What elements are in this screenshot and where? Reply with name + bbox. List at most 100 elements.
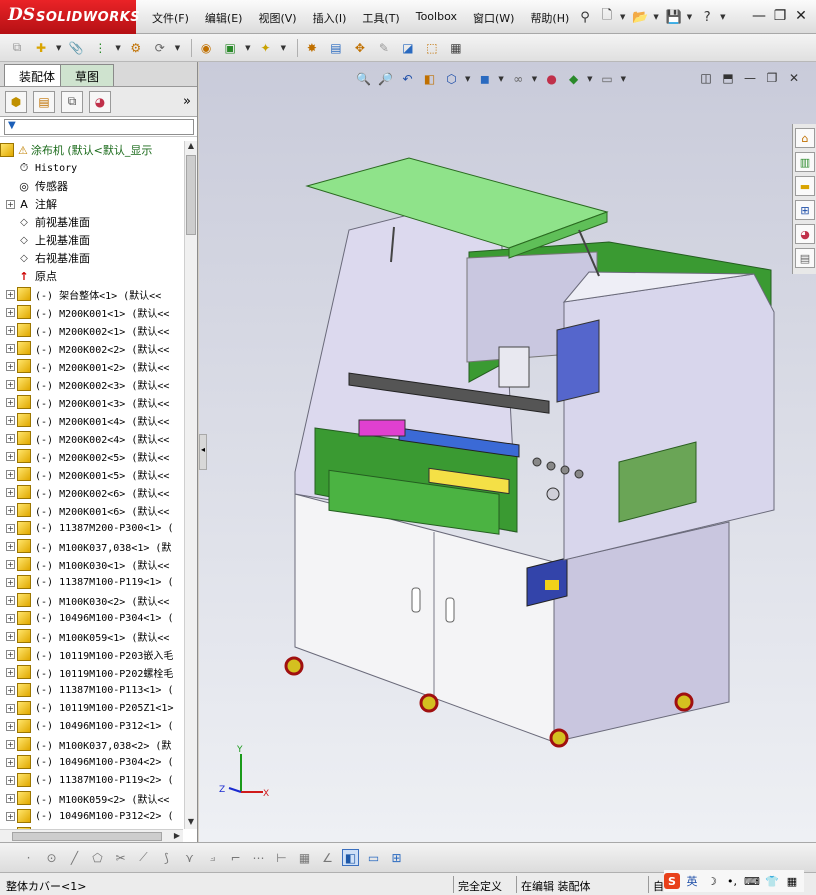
- table-icon[interactable]: ⊞: [388, 849, 405, 866]
- ime-keyboard-icon[interactable]: ⌨: [744, 873, 760, 889]
- zoom-to-fit-icon[interactable]: 🔍: [355, 70, 372, 87]
- tree-item[interactable]: ↑ 原点: [0, 267, 183, 285]
- expand-toggle-icon[interactable]: +: [6, 397, 15, 407]
- angle-icon[interactable]: ∠: [319, 849, 336, 866]
- expand-toggle-icon[interactable]: +: [6, 775, 15, 785]
- expand-toggle-icon[interactable]: +: [6, 361, 15, 371]
- panel-collapse-handle[interactable]: ◂: [199, 434, 207, 470]
- move-component-icon[interactable]: ⟳: [151, 39, 169, 57]
- reference-dropdown-icon[interactable]: ▼: [281, 44, 286, 52]
- menu-file[interactable]: 文件(F): [152, 10, 189, 26]
- tree-horizontal-scrollbar[interactable]: ▶: [0, 829, 183, 842]
- orientation-dropdown-icon[interactable]: ▼: [465, 75, 470, 83]
- expand-toggle-icon[interactable]: +: [6, 577, 15, 587]
- scroll-up-icon[interactable]: ▲: [185, 141, 197, 153]
- expand-toggle-icon[interactable]: +: [6, 343, 15, 353]
- section-view-icon[interactable]: ◧: [421, 70, 438, 87]
- menu-insert[interactable]: 插入(I): [313, 10, 347, 26]
- tree-component-row[interactable]: + (-) 架台整体<1> (默认<<: [0, 285, 183, 303]
- new-part-icon[interactable]: ✚: [32, 39, 50, 57]
- expand-toggle-icon[interactable]: +: [6, 505, 15, 515]
- split-horizontal-icon[interactable]: ◫: [698, 70, 714, 86]
- display-style-dropdown-icon[interactable]: ▼: [498, 75, 503, 83]
- expand-toggle-icon[interactable]: +: [6, 757, 15, 767]
- tree-component-row[interactable]: + (-) M100K037,038<1> (默: [0, 537, 183, 555]
- expand-toggle-icon[interactable]: +: [6, 793, 15, 803]
- expand-toggle-icon[interactable]: +: [6, 451, 15, 461]
- tree-vertical-scrollbar[interactable]: ▲ ▼: [184, 141, 197, 829]
- tree-component-row[interactable]: + (-) 10119M100-P203嵌入毛: [0, 645, 183, 663]
- interference-detection-icon[interactable]: ◪: [399, 39, 417, 57]
- expand-toggle-icon[interactable]: +: [6, 811, 15, 821]
- open-folder-icon[interactable]: 📂: [631, 8, 649, 26]
- centerline-icon[interactable]: ⋯: [250, 849, 267, 866]
- expand-toggle-icon[interactable]: +: [6, 739, 15, 749]
- tree-component-row[interactable]: + (-) M200K002<2> (默认<<: [0, 339, 183, 357]
- help-dropdown-icon[interactable]: ▼: [720, 13, 725, 21]
- viewport-restore-icon[interactable]: ❐: [764, 70, 780, 86]
- tree-component-row[interactable]: + (-) 10496M100-P312<1> (: [0, 717, 183, 735]
- point-icon[interactable]: ·: [20, 849, 37, 866]
- display-manager-icon[interactable]: ◕: [89, 90, 111, 113]
- tree-component-row[interactable]: + (-) M100K030<2> (默认<<: [0, 591, 183, 609]
- feature-tree-icon[interactable]: ⬢: [5, 90, 27, 113]
- menu-toolbox[interactable]: Toolbox: [416, 10, 457, 26]
- expand-toggle-icon[interactable]: +: [6, 325, 15, 335]
- tree-item[interactable]: ◎ 传感器: [0, 177, 183, 195]
- assembly-model-view[interactable]: Y X Z: [199, 62, 816, 842]
- exploded-view-icon[interactable]: ✥: [351, 39, 369, 57]
- tree-root-assembly[interactable]: ⚠ 涂布机 (默认<默认_显示: [0, 141, 183, 159]
- view-orientation-icon[interactable]: ⬡: [443, 70, 460, 87]
- expand-toggle-icon[interactable]: +: [6, 487, 15, 497]
- circle-icon[interactable]: ⊙: [43, 849, 60, 866]
- expand-toggle-icon[interactable]: +: [6, 685, 15, 695]
- reference-geometry-icon[interactable]: ✦: [257, 39, 275, 57]
- tab-sketch[interactable]: 草图: [60, 64, 115, 86]
- hide-show-dropdown-icon[interactable]: ▼: [532, 75, 537, 83]
- scene-dropdown-icon[interactable]: ▼: [587, 75, 592, 83]
- expand-panel-icon[interactable]: »: [183, 94, 191, 109]
- view-palette-icon[interactable]: ⊞: [795, 200, 815, 220]
- solidworks-resources-icon[interactable]: ⌂: [795, 128, 815, 148]
- previous-view-icon[interactable]: ↶: [399, 70, 416, 87]
- expand-toggle-icon[interactable]: +: [6, 595, 15, 605]
- design-library-icon[interactable]: ▥: [795, 152, 815, 172]
- tree-component-row[interactable]: + (-) 11387M100-P119<1> (: [0, 573, 183, 591]
- tree-component-row[interactable]: + (-) 10496M100-P304<2> (: [0, 753, 183, 771]
- tree-item[interactable]: + A 注解: [0, 195, 183, 213]
- expand-toggle-icon[interactable]: +: [6, 523, 15, 533]
- expand-toggle-icon[interactable]: +: [6, 307, 15, 317]
- insert-component-icon[interactable]: ⧉: [8, 39, 26, 57]
- ime-language-toggle[interactable]: 英: [684, 873, 700, 889]
- expand-toggle-icon[interactable]: +: [6, 469, 15, 479]
- expand-toggle-icon[interactable]: +: [6, 541, 15, 551]
- tree-component-row[interactable]: + (-) M200K001<4> (默认<<: [0, 411, 183, 429]
- new-dropdown-icon[interactable]: ▼: [620, 13, 625, 21]
- corner-rectangle-icon[interactable]: ⌐: [227, 849, 244, 866]
- expand-toggle-icon[interactable]: +: [6, 649, 15, 659]
- scroll-down-icon[interactable]: ▼: [185, 817, 197, 829]
- property-manager-icon[interactable]: ▤: [33, 90, 55, 113]
- tree-component-row[interactable]: + (-) M100K059<2> (默认<<: [0, 789, 183, 807]
- tree-component-row[interactable]: + (-) M200K002<5> (默认<<: [0, 447, 183, 465]
- expand-toggle-icon[interactable]: +: [6, 289, 15, 299]
- configuration-manager-icon[interactable]: ⧉: [61, 90, 83, 113]
- expand-toggle-icon[interactable]: +: [6, 433, 15, 443]
- tree-item[interactable]: ◇ 前视基准面: [0, 213, 183, 231]
- pin-icon[interactable]: ⚲: [576, 8, 594, 26]
- expand-toggle-icon[interactable]: +: [6, 415, 15, 425]
- display-style-icon[interactable]: ◼: [476, 70, 493, 87]
- show-hidden-icon[interactable]: ◉: [197, 39, 215, 57]
- hide-show-items-icon[interactable]: ∞: [510, 70, 527, 87]
- split-vertical-icon[interactable]: ⬒: [720, 70, 736, 86]
- tree-component-row[interactable]: + (-) 11387M200-P300<1> (: [0, 519, 183, 537]
- ime-skin-icon[interactable]: 👕: [764, 873, 780, 889]
- apply-scene-icon[interactable]: ◆: [565, 70, 582, 87]
- tree-component-row[interactable]: + (-) M200K002<6> (默认<<: [0, 483, 183, 501]
- ime-tools-icon[interactable]: ▦: [784, 873, 800, 889]
- close-button[interactable]: ✕: [792, 6, 810, 26]
- tree-item[interactable]: ◇ 右视基准面: [0, 249, 183, 267]
- solidworks-logo[interactable]: DS SOLIDWORKS: [0, 0, 140, 34]
- assembly-features-icon[interactable]: ▣: [221, 39, 239, 57]
- menu-tools[interactable]: 工具(T): [362, 10, 399, 26]
